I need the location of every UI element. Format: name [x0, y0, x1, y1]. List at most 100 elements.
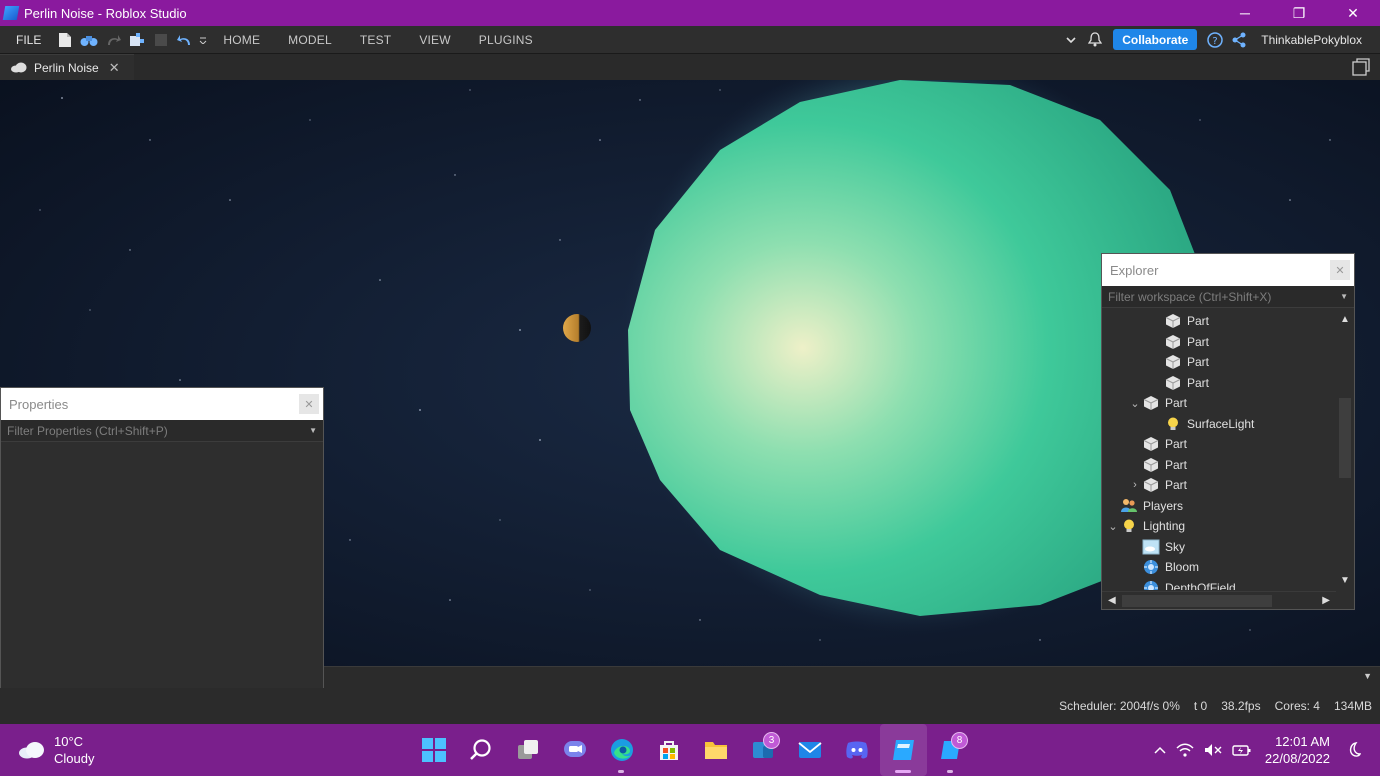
tree-item-label: Lighting — [1143, 519, 1186, 534]
close-window-button[interactable]: ✕ — [1326, 0, 1380, 26]
explorer-horizontal-scrollbar[interactable]: ◀ ▶ — [1102, 591, 1336, 609]
task-view-button[interactable] — [504, 724, 551, 776]
binoculars-icon[interactable] — [77, 28, 101, 52]
teams-button[interactable]: 3 — [739, 724, 786, 776]
tree-item-label: Part — [1187, 375, 1210, 390]
properties-filter-input[interactable]: Filter Properties (Ctrl+Shift+P) ▼ — [1, 420, 323, 442]
filter-dropdown-icon[interactable]: ▼ — [1340, 292, 1348, 301]
tree-item[interactable]: Part — [1102, 352, 1336, 373]
share-icon[interactable] — [1227, 28, 1251, 52]
minimize-button[interactable]: ─ — [1218, 0, 1272, 26]
help-icon[interactable]: ? — [1203, 28, 1227, 52]
tree-item[interactable]: Sky — [1102, 537, 1336, 558]
roblox-studio-secondary-button[interactable]: 8 — [927, 724, 974, 776]
weather-widget[interactable]: 10°C Cloudy — [18, 733, 94, 767]
tree-item[interactable]: Bloom — [1102, 557, 1336, 578]
search-button[interactable] — [457, 724, 504, 776]
part-icon — [1164, 334, 1182, 350]
scroll-right-icon[interactable]: ▶ — [1322, 595, 1330, 606]
close-properties-button[interactable]: ✕ — [299, 394, 319, 414]
tree-item[interactable]: DepthOfField — [1102, 578, 1336, 590]
tree-item-label: Part — [1187, 334, 1210, 349]
volume-muted-icon[interactable] — [1204, 743, 1222, 757]
maximize-button[interactable]: ❐ — [1272, 0, 1326, 26]
window-title: Perlin Noise - Roblox Studio — [24, 5, 187, 21]
chevron-down-icon[interactable] — [1059, 28, 1083, 52]
tree-item[interactable]: ⌄ Lighting — [1102, 516, 1336, 537]
username[interactable]: ThinkablePokyblox — [1261, 33, 1362, 47]
tab-model[interactable]: MODEL — [274, 33, 346, 47]
restore-window-icon[interactable] — [1352, 58, 1370, 79]
tree-item[interactable]: Part — [1102, 434, 1336, 455]
running-indicator — [618, 770, 624, 773]
teams-badge: 3 — [763, 732, 780, 749]
tree-item[interactable]: › Part — [1102, 475, 1336, 496]
tab-view[interactable]: VIEW — [405, 33, 464, 47]
running-indicator — [947, 770, 953, 773]
quick-access-dropdown-icon[interactable] — [197, 28, 209, 52]
scroll-up-icon[interactable]: ▲ — [1340, 314, 1350, 325]
properties-title: Properties — [9, 396, 69, 412]
tab-plugins[interactable]: PLUGINS — [465, 33, 547, 47]
battery-charging-icon[interactable] — [1232, 743, 1252, 757]
wifi-icon[interactable] — [1176, 743, 1194, 757]
chat-button[interactable] — [551, 724, 598, 776]
clock[interactable]: 12:01 AM 22/08/2022 — [1265, 733, 1330, 767]
chevron-up-icon[interactable] — [1154, 746, 1166, 754]
filter-dropdown-icon[interactable]: ▼ — [309, 426, 317, 435]
discord-button[interactable] — [833, 724, 880, 776]
running-indicator — [895, 770, 911, 773]
tree-item[interactable]: ⌄ Part — [1102, 393, 1336, 414]
chevron-right-icon[interactable]: › — [1128, 479, 1142, 491]
mail-button[interactable] — [786, 724, 833, 776]
new-file-icon[interactable] — [53, 28, 77, 52]
store-button[interactable] — [645, 724, 692, 776]
explorer-filter-input[interactable]: Filter workspace (Ctrl+Shift+X) ▼ — [1102, 286, 1354, 308]
discord-icon — [845, 741, 868, 759]
redo-icon[interactable] — [101, 28, 125, 52]
stop-icon[interactable] — [149, 28, 173, 52]
effect-icon — [1142, 580, 1160, 590]
focus-moon-icon[interactable] — [1347, 742, 1361, 758]
tab-home[interactable]: HOME — [209, 33, 274, 47]
close-explorer-button[interactable]: ✕ — [1330, 260, 1350, 280]
folder-icon — [704, 742, 727, 759]
sky-icon — [1142, 539, 1160, 555]
chevron-down-icon[interactable]: ⌄ — [1128, 397, 1142, 410]
tree-item[interactable]: Part — [1102, 373, 1336, 394]
document-tab-perlin-noise[interactable]: Perlin Noise ✕ — [0, 54, 134, 80]
tree-item-label: Bloom — [1165, 560, 1200, 575]
tree-item[interactable]: Part — [1102, 332, 1336, 353]
tree-item-label: Sky — [1165, 539, 1186, 554]
expand-dropdown-icon[interactable]: ▼ — [1363, 671, 1372, 681]
scroll-thumb[interactable] — [1122, 595, 1272, 607]
tree-item[interactable]: SurfaceLight — [1102, 414, 1336, 435]
scroll-down-icon[interactable]: ▼ — [1340, 575, 1350, 586]
file-menu[interactable]: FILE — [0, 33, 53, 47]
output-strip: ▼ — [324, 666, 1380, 688]
undo-icon[interactable] — [173, 28, 197, 52]
scroll-left-icon[interactable]: ◀ — [1108, 595, 1116, 606]
roblox-studio-taskbar-button[interactable] — [880, 724, 927, 776]
start-button[interactable] — [410, 724, 457, 776]
file-explorer-button[interactable] — [692, 724, 739, 776]
collaborate-button[interactable]: Collaborate — [1113, 29, 1198, 50]
tree-item[interactable]: Part — [1102, 311, 1336, 332]
tab-test[interactable]: TEST — [346, 33, 405, 47]
search-icon — [469, 739, 491, 760]
part-icon — [1164, 354, 1182, 370]
tree-item[interactable]: Part — [1102, 455, 1336, 476]
cloud-icon — [11, 62, 27, 73]
store-icon — [659, 741, 678, 760]
scroll-thumb[interactable] — [1339, 398, 1351, 478]
close-tab-icon[interactable]: ✕ — [109, 60, 120, 76]
tree-item-label: Part — [1187, 314, 1210, 329]
explorer-panel: Explorer ✕ Filter workspace (Ctrl+Shift+… — [1101, 253, 1355, 610]
edge-button[interactable] — [598, 724, 645, 776]
svg-text:?: ? — [1213, 36, 1218, 47]
tree-item[interactable]: Players — [1102, 496, 1336, 517]
plugin-icon[interactable] — [125, 28, 149, 52]
bell-icon[interactable] — [1083, 28, 1107, 52]
explorer-vertical-scrollbar[interactable]: ▲ ▼ — [1336, 310, 1354, 590]
chevron-down-icon[interactable]: ⌄ — [1106, 520, 1120, 533]
